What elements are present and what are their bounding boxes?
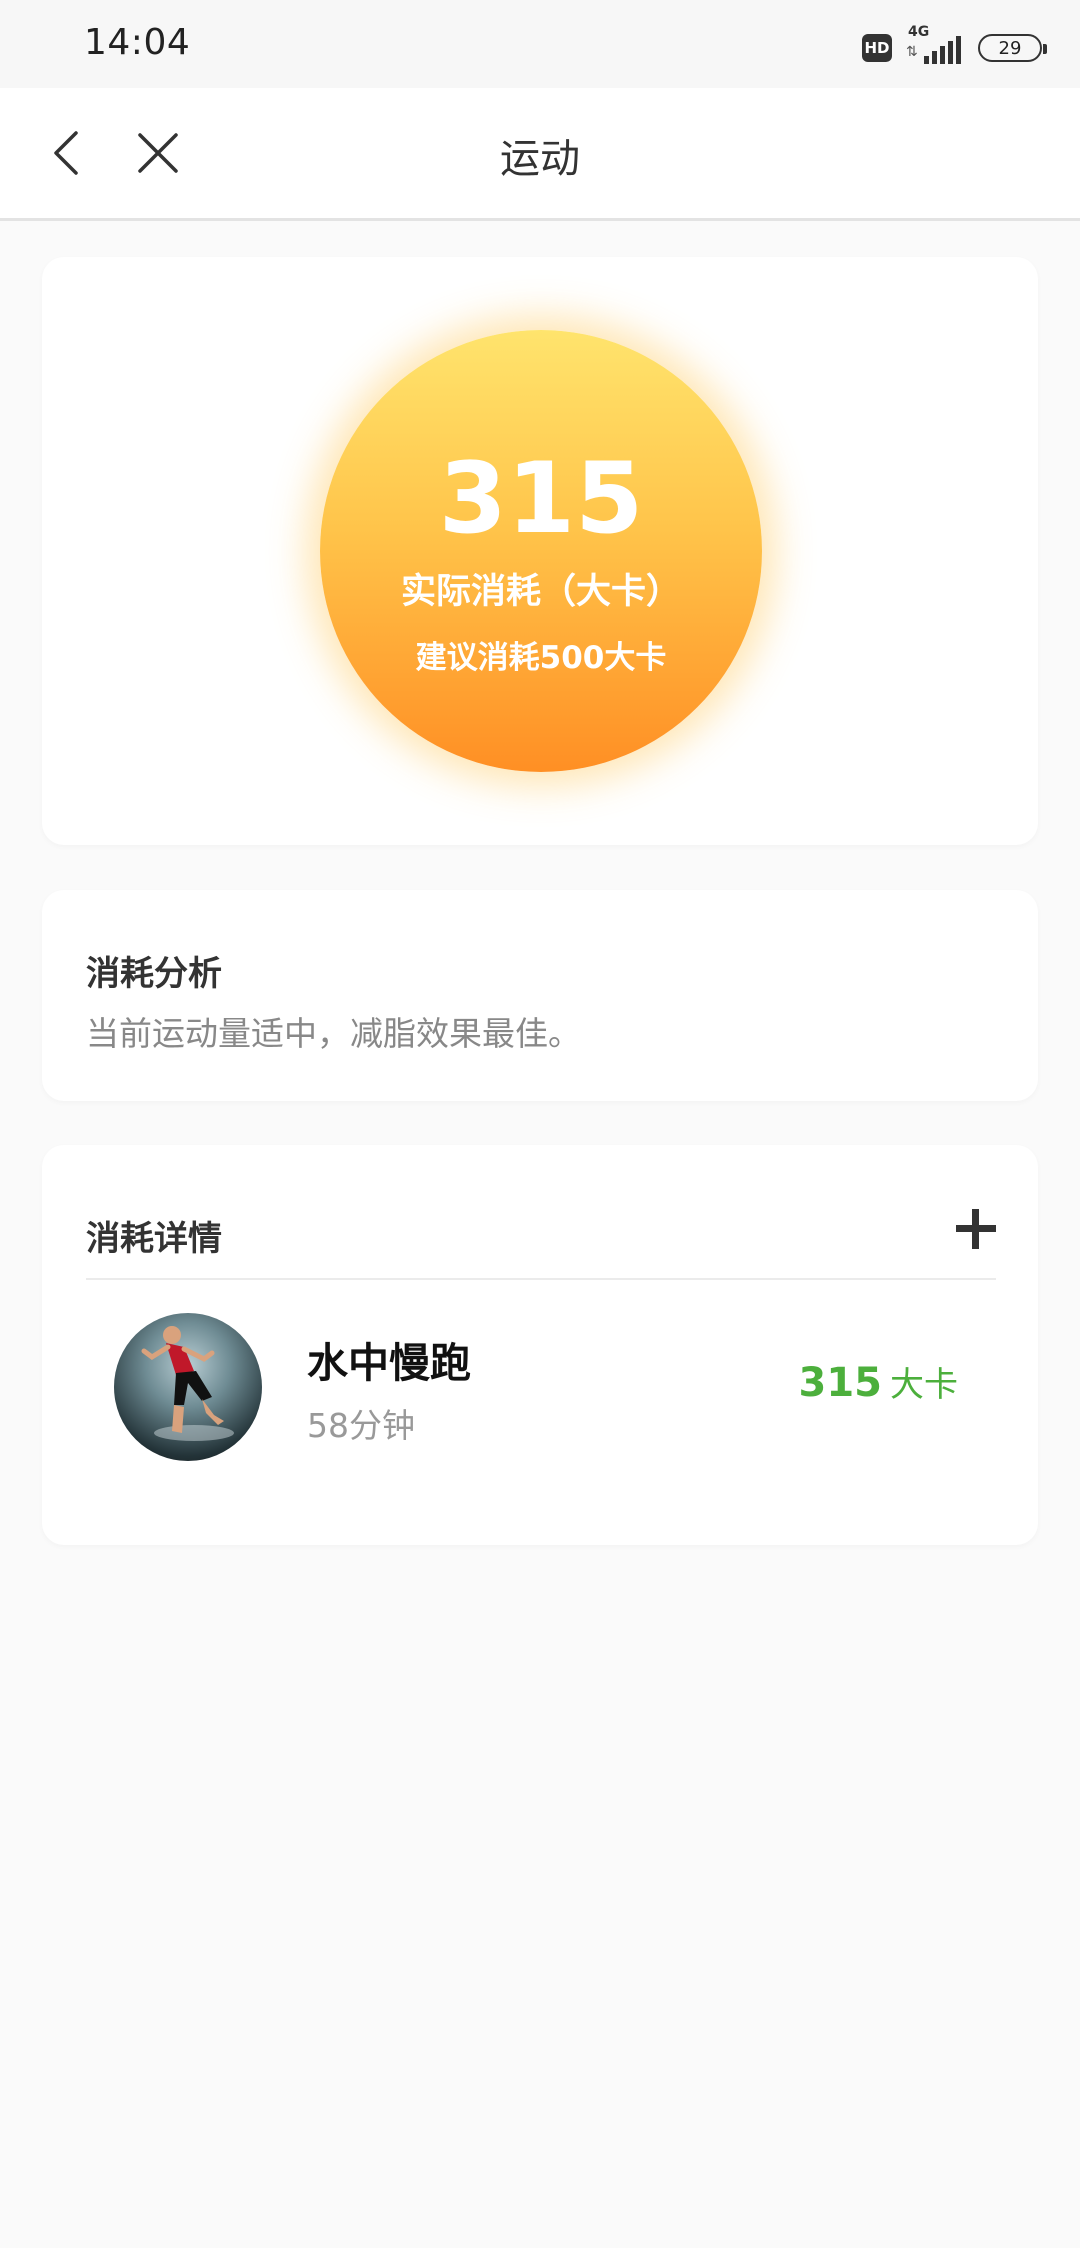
divider	[86, 1278, 996, 1280]
signal-bars-icon	[924, 36, 961, 64]
page-title: 运动	[500, 136, 580, 182]
calorie-value: 315	[438, 442, 644, 556]
battery-icon: 29	[978, 34, 1047, 62]
add-icon[interactable]	[952, 1205, 1000, 1253]
hd-icon: HD	[862, 34, 892, 62]
calorie-summary-card: 315 实际消耗（大卡） 建议消耗500大卡	[42, 257, 1038, 845]
activity-image	[114, 1313, 262, 1461]
status-icons: HD 4G ⇅ 29	[862, 24, 1047, 68]
activity-calories-unit: 大卡	[890, 1365, 958, 1405]
analysis-title: 消耗分析	[86, 954, 222, 994]
detail-card: 消耗详情 水中慢跑 58分钟 315 大卡	[42, 1145, 1038, 1545]
activity-duration: 58分钟	[307, 1406, 415, 1445]
calorie-circle: 315 实际消耗（大卡） 建议消耗500大卡	[320, 330, 762, 772]
detail-title: 消耗详情	[86, 1219, 222, 1259]
calorie-label: 实际消耗（大卡）	[400, 572, 681, 612]
analysis-card: 消耗分析 当前运动量适中，减脂效果最佳。	[42, 890, 1038, 1101]
activity-calories-value: 315	[798, 1360, 883, 1406]
nav-bar: 运动	[0, 88, 1080, 221]
status-time: 14:04	[84, 22, 191, 63]
runner-image	[141, 1326, 234, 1441]
analysis-text: 当前运动量适中，减脂效果最佳。	[86, 1014, 581, 1053]
activity-calories: 315 大卡	[799, 1357, 959, 1406]
suggested-calories: 建议消耗500大卡	[415, 640, 667, 676]
activity-item[interactable]: 水中慢跑 58分钟 315 大卡	[42, 1313, 1038, 1463]
status-bar: 14:04 HD 4G ⇅ 29	[0, 0, 1080, 88]
data-arrows-icon: ⇅	[906, 44, 918, 60]
activity-name: 水中慢跑	[307, 1339, 471, 1387]
signal-icon: 4G ⇅	[906, 24, 964, 66]
